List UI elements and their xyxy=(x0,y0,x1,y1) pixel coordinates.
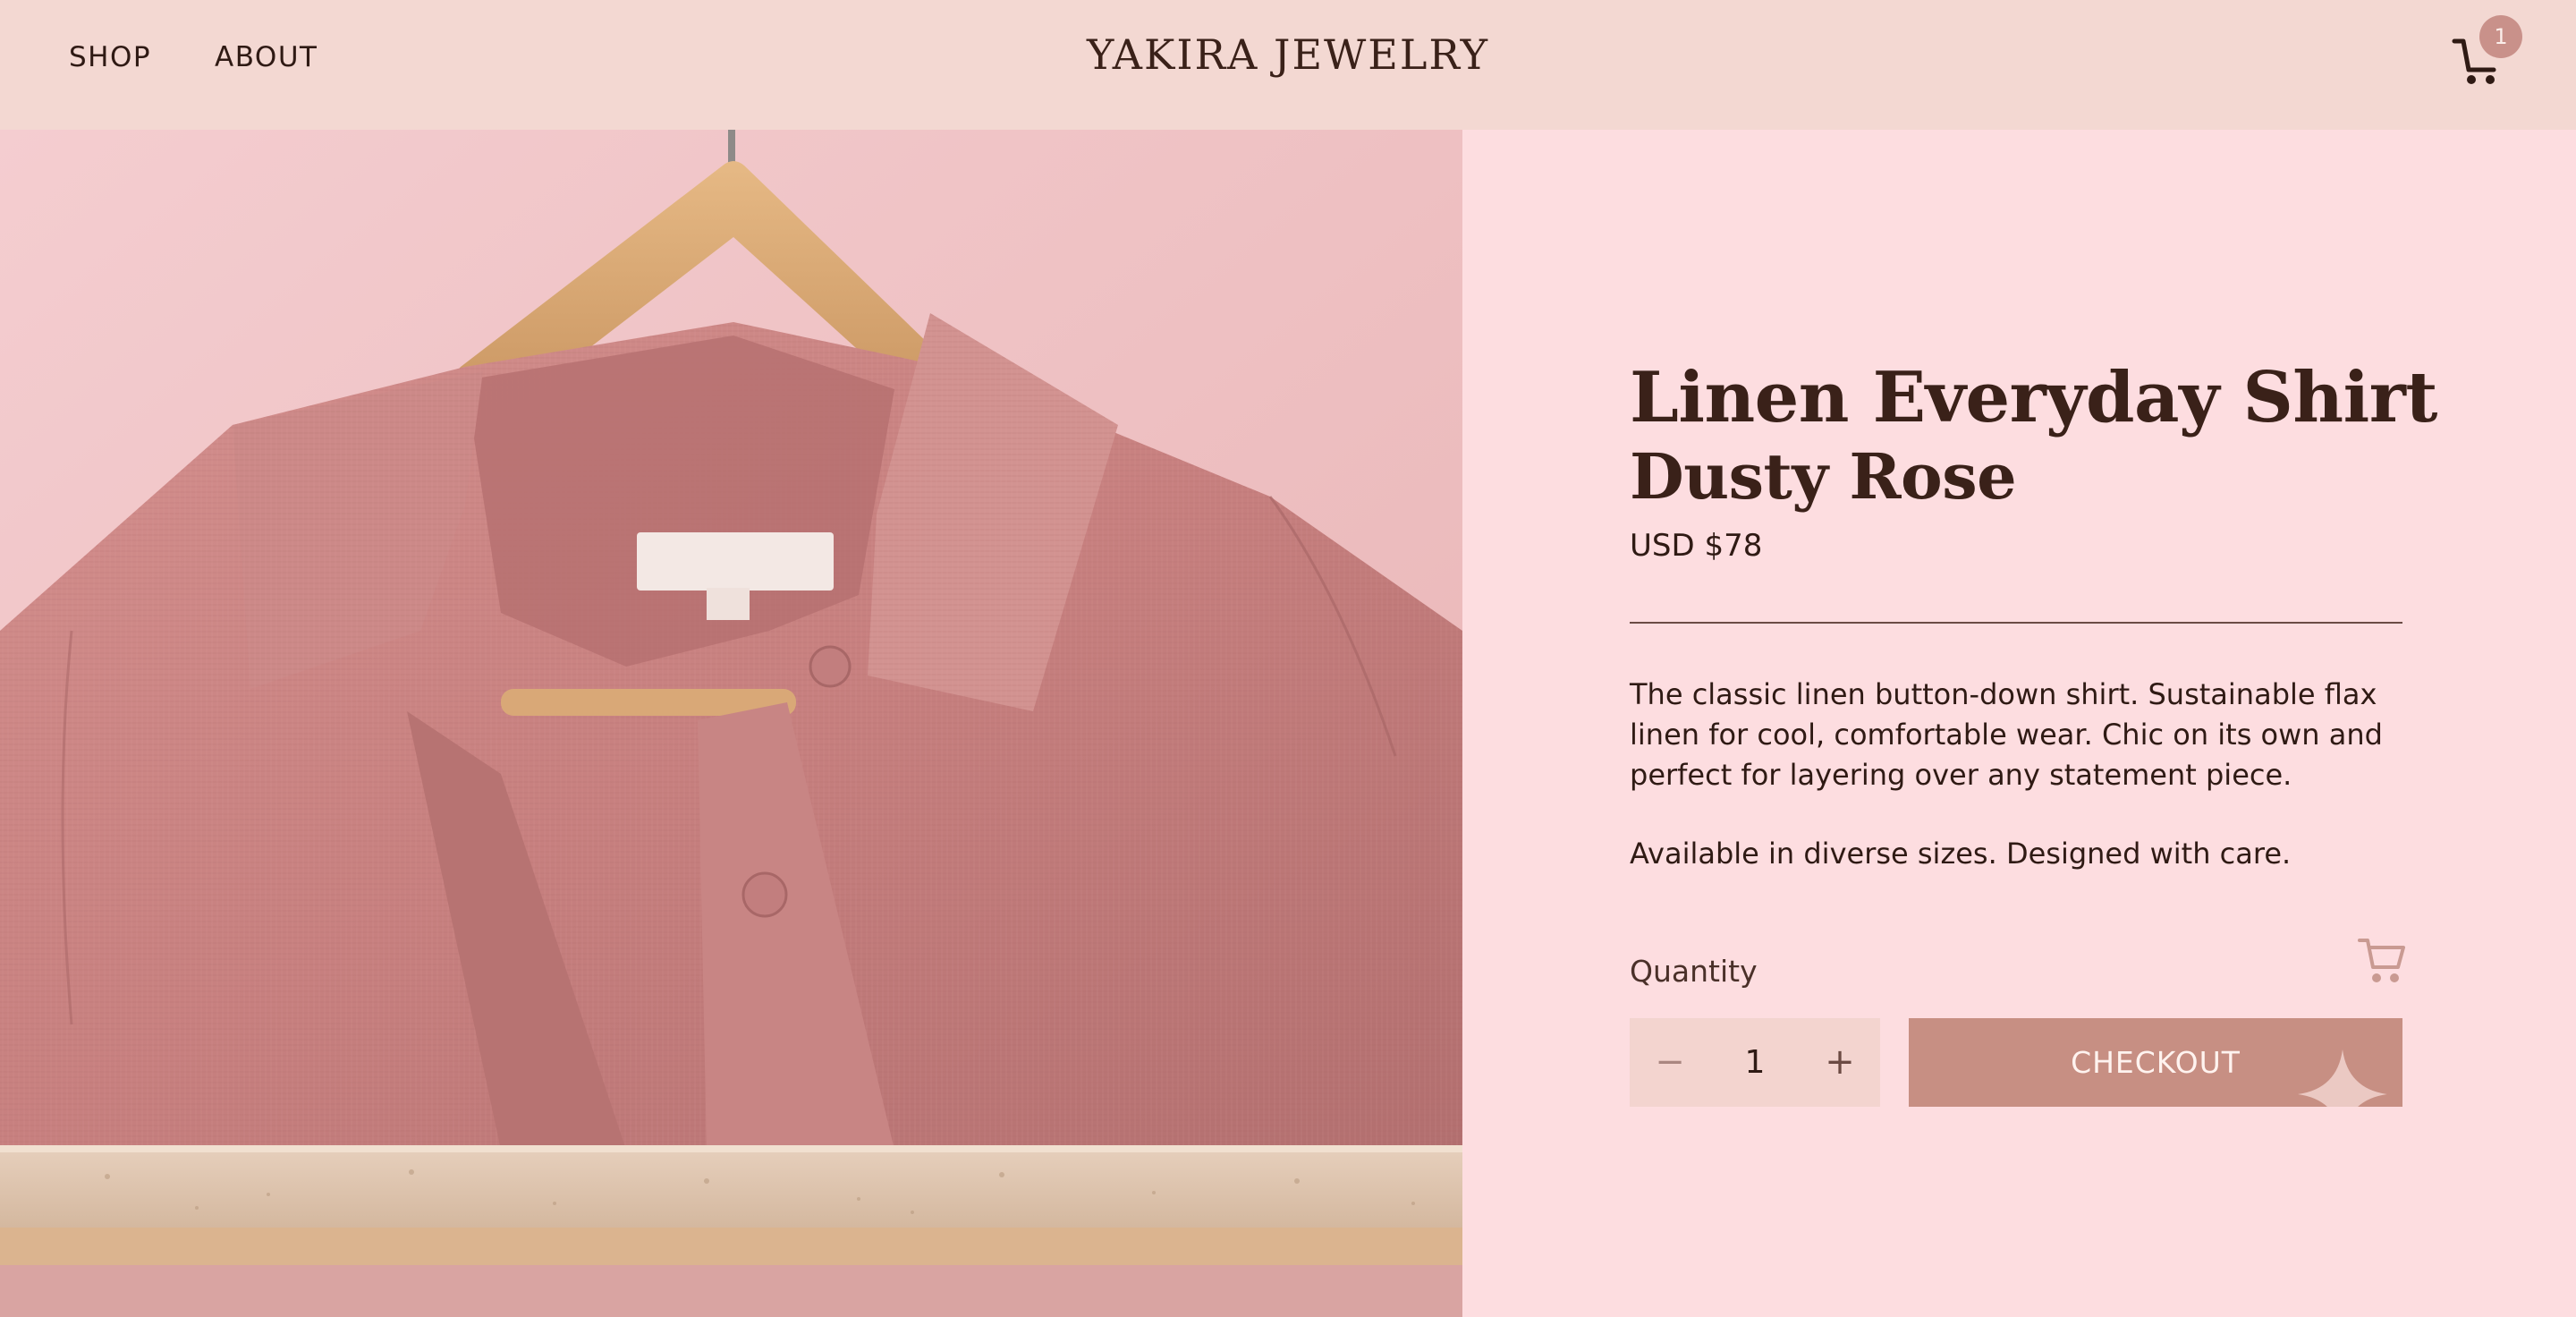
add-to-cart-button[interactable] xyxy=(2357,933,2407,989)
divider xyxy=(1630,622,2402,624)
plus-icon: + xyxy=(1825,1041,1855,1083)
decrement-button[interactable]: − xyxy=(1630,1018,1710,1107)
quantity-label: Quantity xyxy=(1630,954,1758,989)
product-color: Dusty Rose xyxy=(1630,439,2017,514)
site-header: SHOP ABOUT YAKIRA JEWELRY 1 xyxy=(0,0,2576,130)
cart-icon xyxy=(2358,939,2405,982)
product-image xyxy=(0,130,1462,1317)
product-description: The classic linen button-down shirt. Sus… xyxy=(1630,677,2383,792)
quantity-stepper: − 1 + xyxy=(1630,1018,1880,1107)
checkout-label: CHECKOUT xyxy=(2071,1045,2241,1080)
quantity-value[interactable]: 1 xyxy=(1710,1018,1800,1107)
brand-logo: YAKIRA JEWELRY xyxy=(1086,30,1490,79)
product-description-note: Available in diverse sizes. Designed wit… xyxy=(1630,837,2292,871)
cart-count-badge: 1 xyxy=(2479,15,2522,58)
product-info-panel: Linen Everyday Shirt Dusty Rose USD $78 … xyxy=(1462,130,2576,1317)
nav-about-link[interactable]: ABOUT xyxy=(215,41,318,73)
product-price: USD $78 xyxy=(1630,528,1763,564)
increment-button[interactable]: + xyxy=(1800,1018,1880,1107)
nav-shop-link[interactable]: SHOP xyxy=(69,41,151,73)
checkout-button[interactable]: CHECKOUT xyxy=(1909,1018,2402,1107)
minus-icon: − xyxy=(1655,1041,1685,1083)
product-title: Linen Everyday Shirt xyxy=(1630,357,2437,438)
sparkle-icon xyxy=(2298,1049,2387,1107)
